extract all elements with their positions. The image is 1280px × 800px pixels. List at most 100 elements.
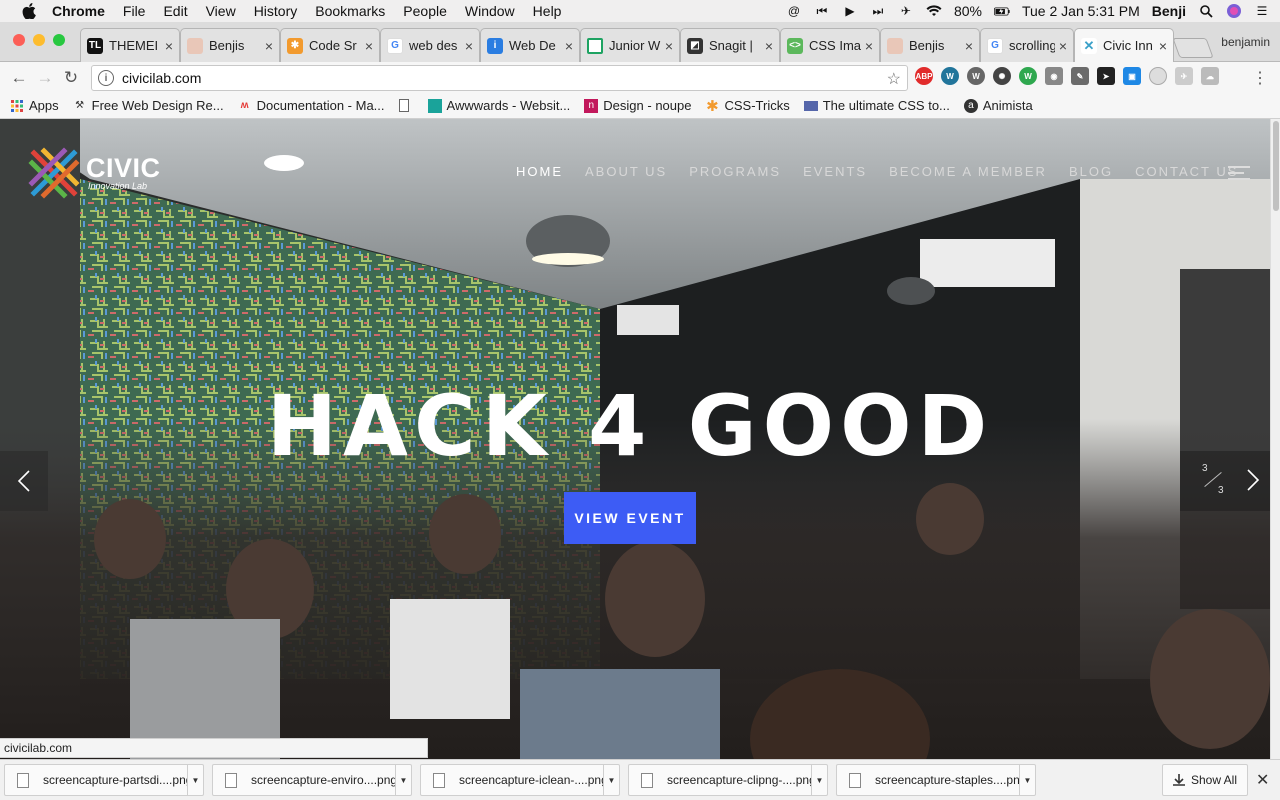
- bookmark-css-tricks[interactable]: ✱ CSS-Tricks: [705, 98, 790, 115]
- tab-close-icon[interactable]: ×: [165, 38, 173, 54]
- bookmark-documentation[interactable]: ʍ Documentation - Ma...: [238, 98, 385, 113]
- tab-close-icon[interactable]: ×: [265, 38, 273, 54]
- civic-logo[interactable]: CIVIC Innovation Lab: [28, 147, 161, 199]
- nav-become-a-member[interactable]: BECOME A MEMBER: [889, 164, 1047, 179]
- nav-programs[interactable]: PROGRAMS: [689, 164, 781, 179]
- slider-prev-button[interactable]: [0, 451, 48, 511]
- rocket-icon[interactable]: ✈: [898, 4, 914, 18]
- download-item[interactable]: screencapture-enviro....png ▼: [212, 764, 412, 796]
- view-event-button[interactable]: VIEW EVENT: [564, 492, 696, 544]
- tab-junior-w[interactable]: Junior W ×: [580, 28, 680, 62]
- color-wheel-icon[interactable]: ✺: [993, 67, 1011, 85]
- circle-ext-icon[interactable]: [1149, 67, 1167, 85]
- page-scrollbar[interactable]: [1270, 119, 1280, 759]
- tab-web-de[interactable]: i Web De ×: [480, 28, 580, 62]
- tab-close-icon[interactable]: ×: [665, 38, 673, 54]
- tab-scrolling-search[interactable]: G scrolling ×: [980, 28, 1074, 62]
- close-downloads-icon[interactable]: ✕: [1256, 770, 1269, 790]
- eyedropper-icon[interactable]: ✎: [1071, 67, 1089, 85]
- tab-benjis-1[interactable]: Benjis ×: [180, 28, 280, 62]
- battery-charging-icon[interactable]: [993, 4, 1010, 18]
- nav-home[interactable]: HOME: [516, 164, 563, 179]
- menu-app-name[interactable]: Chrome: [52, 0, 105, 22]
- at-icon[interactable]: @: [786, 4, 802, 18]
- tab-close-icon[interactable]: ×: [465, 38, 473, 54]
- bookmark-awwwards[interactable]: Awwwards - Websit...: [427, 98, 570, 113]
- user-name[interactable]: Benji: [1152, 3, 1186, 19]
- slider-next-button[interactable]: 3 3: [1180, 451, 1270, 511]
- wifi-icon[interactable]: [926, 4, 942, 18]
- tab-close-icon[interactable]: ×: [365, 38, 373, 54]
- tab-civic-innovation-lab[interactable]: ✕ Civic Inn ×: [1074, 28, 1174, 62]
- nav-events[interactable]: EVENTS: [803, 164, 867, 179]
- tab-close-icon[interactable]: ×: [1059, 38, 1067, 54]
- chevron-down-icon[interactable]: ▼: [395, 765, 411, 795]
- tab-close-icon[interactable]: ×: [765, 38, 773, 54]
- spotlight-search-icon[interactable]: [1198, 4, 1214, 18]
- tab-themelooks[interactable]: TL THEMEI ×: [80, 28, 180, 62]
- tab-close-icon[interactable]: ×: [1159, 38, 1167, 54]
- menu-edit[interactable]: Edit: [163, 0, 187, 22]
- bookmark-animista[interactable]: a Animista: [963, 98, 1033, 113]
- tab-snagit[interactable]: ◩ Snagit | ×: [680, 28, 780, 62]
- download-item[interactable]: screencapture-iclean-....png ▼: [420, 764, 620, 796]
- menu-people[interactable]: People: [403, 0, 447, 22]
- new-tab-button[interactable]: [1172, 38, 1214, 58]
- bookmark-page[interactable]: [398, 99, 414, 112]
- reload-icon[interactable]: ↻: [58, 66, 84, 90]
- hamburger-menu-icon[interactable]: [1228, 166, 1250, 180]
- nav-blog[interactable]: BLOG: [1069, 164, 1113, 179]
- bookmark-noupe[interactable]: n Design - noupe: [584, 98, 691, 113]
- nav-contact-us[interactable]: CONTACT US: [1135, 164, 1238, 179]
- media-next-icon[interactable]: ⏭: [870, 4, 886, 18]
- chevron-down-icon[interactable]: ▼: [1019, 765, 1035, 795]
- bookmark-ultimate-css[interactable]: The ultimate CSS to...: [803, 98, 950, 113]
- download-item[interactable]: screencapture-clipng-....png ▼: [628, 764, 828, 796]
- maximize-window-icon[interactable]: [53, 34, 65, 46]
- notification-center-icon[interactable]: ☰: [1254, 4, 1270, 18]
- wordpress-green-icon[interactable]: W: [1019, 67, 1037, 85]
- download-item[interactable]: screencapture-staples....png ▼: [836, 764, 1036, 796]
- pin-ext-icon[interactable]: ✈: [1175, 67, 1193, 85]
- bookmark-star-icon[interactable]: ☆: [887, 69, 901, 89]
- chrome-menu-icon[interactable]: ⋮: [1252, 68, 1268, 88]
- tab-benjis-2[interactable]: Benjis ×: [880, 28, 980, 62]
- clock[interactable]: Tue 2 Jan 5:31 PM: [1022, 3, 1140, 19]
- cursor-icon[interactable]: ➤: [1097, 67, 1115, 85]
- back-arrow-icon[interactable]: ←: [6, 66, 32, 90]
- tab-code-snippet[interactable]: ✱ Code Sr ×: [280, 28, 380, 62]
- tab-css-image[interactable]: <> CSS Ima ×: [780, 28, 880, 62]
- window-resizer-icon[interactable]: ▣: [1123, 67, 1141, 85]
- forward-arrow-icon[interactable]: →: [32, 66, 58, 90]
- url-text[interactable]: civicilab.com: [122, 70, 201, 86]
- wordpress-alt-icon[interactable]: W: [967, 67, 985, 85]
- menu-history[interactable]: History: [254, 0, 298, 22]
- menu-file[interactable]: File: [123, 0, 146, 22]
- menu-bookmarks[interactable]: Bookmarks: [315, 0, 385, 22]
- tab-close-icon[interactable]: ×: [565, 38, 573, 54]
- siri-icon[interactable]: [1226, 4, 1242, 18]
- bookmark-free-web-design[interactable]: ⚒ Free Web Design Re...: [73, 98, 223, 113]
- tab-web-design-search[interactable]: G web des ×: [380, 28, 480, 62]
- close-window-icon[interactable]: [13, 34, 25, 46]
- chevron-down-icon[interactable]: ▼: [811, 765, 827, 795]
- download-item[interactable]: screencapture-partsdi....png ▼: [4, 764, 204, 796]
- site-info-icon[interactable]: i: [98, 70, 114, 86]
- camera-icon[interactable]: ◉: [1045, 67, 1063, 85]
- apple-icon[interactable]: [20, 3, 38, 19]
- cloud-ext-icon[interactable]: ☁: [1201, 67, 1219, 85]
- adblock-plus-icon[interactable]: ABP: [915, 67, 933, 85]
- chevron-down-icon[interactable]: ▼: [603, 765, 619, 795]
- minimize-window-icon[interactable]: [33, 34, 45, 46]
- menu-view[interactable]: View: [206, 0, 236, 22]
- chevron-down-icon[interactable]: ▼: [187, 765, 203, 795]
- media-play-icon[interactable]: ▶: [842, 4, 858, 18]
- nav-about-us[interactable]: ABOUT US: [585, 164, 667, 179]
- address-bar[interactable]: i civicilab.com ☆: [91, 65, 908, 91]
- tab-close-icon[interactable]: ×: [865, 38, 873, 54]
- menu-help[interactable]: Help: [533, 0, 562, 22]
- bookmark-apps[interactable]: Apps: [10, 98, 59, 113]
- profile-button[interactable]: benjamin: [1221, 35, 1270, 49]
- menu-window[interactable]: Window: [465, 0, 515, 22]
- scrollbar-thumb[interactable]: [1273, 121, 1279, 211]
